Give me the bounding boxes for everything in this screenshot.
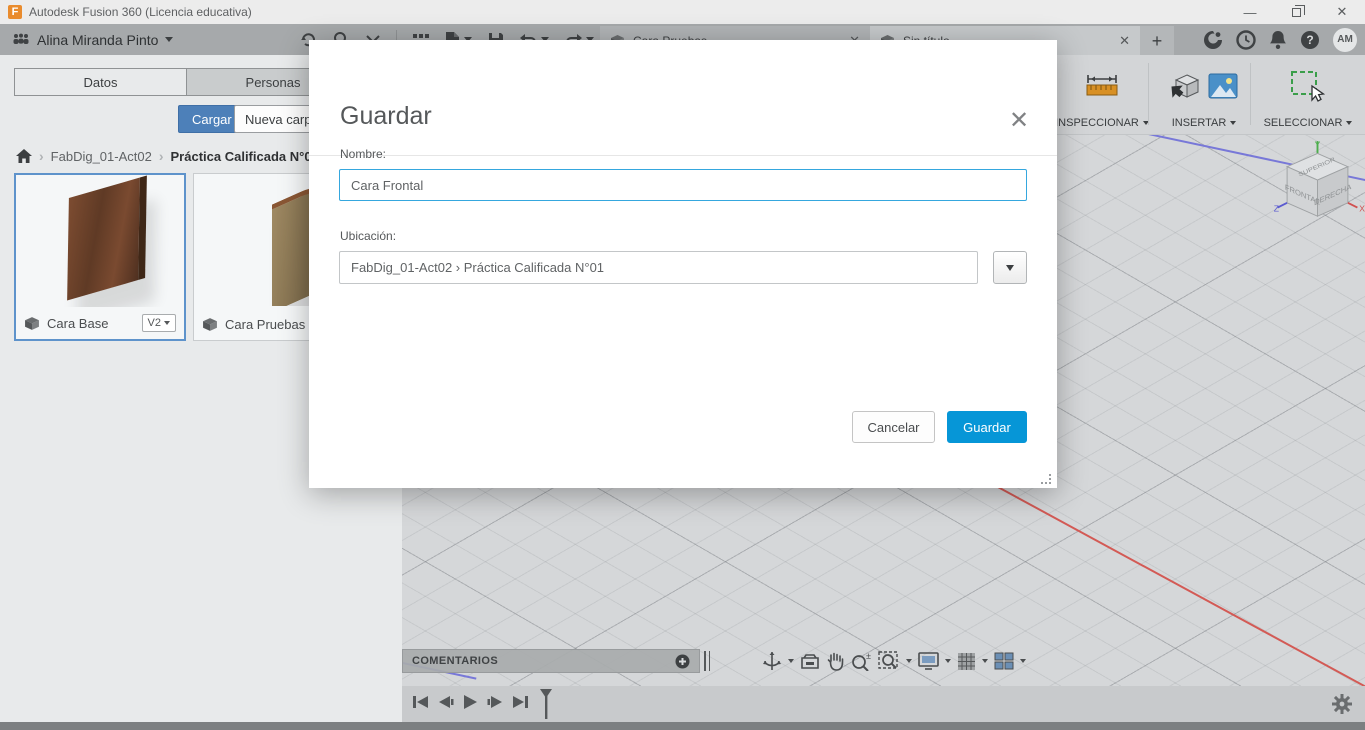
- restore-button[interactable]: [1273, 0, 1319, 24]
- measure-ruler-icon[interactable]: [1085, 71, 1119, 101]
- ribbon-label-inspeccionar: INSPECCIONAR: [1055, 117, 1139, 129]
- step-back-icon[interactable]: [438, 694, 454, 710]
- window-bottom-edge: [0, 722, 1365, 730]
- chevron-down-icon: [1006, 265, 1014, 275]
- skip-start-icon[interactable]: [412, 694, 429, 710]
- design-name: Cara Base: [47, 315, 109, 331]
- chevron-down-icon: [1346, 120, 1353, 128]
- timeline-bar: [402, 686, 1365, 722]
- divider: [1250, 63, 1251, 125]
- chevron-right-icon: ›: [158, 148, 164, 164]
- insert-image-icon[interactable]: [1208, 73, 1238, 99]
- zoom-icon[interactable]: ±: [851, 652, 872, 671]
- chevron-down-icon[interactable]: [945, 659, 951, 666]
- cancel-button[interactable]: Cancelar: [852, 411, 935, 443]
- chevron-down-icon: [1230, 120, 1237, 128]
- close-button[interactable]: ✕: [1319, 0, 1365, 24]
- title-bar: F Autodesk Fusion 360 (Licencia educativ…: [0, 0, 1365, 24]
- location-value[interactable]: FabDig_01-Act02 › Práctica Calificada N°…: [339, 251, 978, 284]
- play-icon[interactable]: [463, 694, 478, 710]
- design-card-cara-base[interactable]: Cara Base V2: [14, 173, 186, 341]
- svg-text:?: ?: [1306, 33, 1313, 47]
- orbit-icon[interactable]: [762, 651, 782, 671]
- grid-settings-icon[interactable]: [957, 652, 976, 671]
- cube-icon: [25, 316, 39, 330]
- location-field-label: Ubicación:: [340, 229, 397, 243]
- divider: [1148, 63, 1149, 125]
- avatar[interactable]: AM: [1333, 27, 1357, 52]
- fusion-logo-icon: F: [8, 5, 22, 19]
- new-tab-button[interactable]: +: [1140, 26, 1174, 57]
- dialog-resize-handle[interactable]: [1041, 474, 1051, 484]
- location-dropdown-button[interactable]: [993, 251, 1027, 284]
- add-comment-icon[interactable]: [675, 654, 690, 669]
- comments-bar[interactable]: COMENTARIOS: [402, 649, 700, 673]
- dialog-close-icon[interactable]: ✕: [1007, 109, 1031, 134]
- version-dropdown[interactable]: V2: [141, 314, 176, 332]
- axis-x-label: X: [1359, 203, 1365, 213]
- svg-text:±: ±: [866, 652, 871, 661]
- fit-icon[interactable]: [878, 651, 900, 671]
- help-icon[interactable]: ?: [1300, 30, 1320, 50]
- close-tab-icon[interactable]: ✕: [1119, 33, 1130, 49]
- divider: [309, 155, 1057, 156]
- axis-z-label: Z: [1274, 203, 1279, 213]
- view-cube[interactable]: Y SUPERIOR FRONTAL DERECHA Z X: [1270, 140, 1365, 240]
- restore-icon: [1291, 4, 1305, 17]
- display-settings-icon[interactable]: [918, 652, 939, 670]
- viewports-icon[interactable]: [994, 652, 1014, 670]
- ribbon-group-inspeccionar[interactable]: INSPECCIONAR: [1042, 55, 1162, 135]
- name-field-label: Nombre:: [340, 147, 387, 161]
- ribbon-group-insertar[interactable]: INSERTAR: [1158, 55, 1250, 135]
- navigation-toolbar: ±: [762, 647, 1026, 675]
- cube-icon: [203, 317, 217, 331]
- chevron-down-icon: [165, 37, 174, 46]
- pan-hand-icon[interactable]: [826, 651, 845, 671]
- chevron-down-icon[interactable]: [1020, 659, 1026, 666]
- home-icon[interactable]: [16, 148, 32, 164]
- extensions-icon[interactable]: [1203, 30, 1223, 50]
- breadcrumb-folder[interactable]: FabDig_01-Act02: [51, 149, 152, 164]
- save-button[interactable]: Guardar: [947, 411, 1027, 443]
- axis-y-label: Y: [1315, 140, 1321, 150]
- name-input[interactable]: [339, 169, 1027, 201]
- notifications-bell-icon[interactable]: [1269, 30, 1287, 50]
- step-forward-icon[interactable]: [487, 694, 503, 710]
- user-menu[interactable]: Alina Miranda Pinto: [12, 24, 174, 55]
- ribbon-label-insertar: INSERTAR: [1171, 117, 1227, 129]
- select-tool-icon[interactable]: [1290, 70, 1326, 102]
- timeline-marker[interactable]: [538, 688, 554, 720]
- breadcrumb: › FabDig_01-Act02 › Práctica Calificada …: [16, 148, 319, 164]
- minimize-button[interactable]: —: [1227, 0, 1273, 24]
- look-at-icon[interactable]: [800, 652, 820, 670]
- chevron-down-icon[interactable]: [906, 659, 912, 666]
- chevron-right-icon: ›: [39, 148, 44, 164]
- insert-mesh-icon[interactable]: [1170, 71, 1200, 101]
- version-label: V2: [147, 317, 161, 329]
- comments-label: COMENTARIOS: [412, 655, 499, 667]
- chevron-down-icon[interactable]: [982, 659, 988, 666]
- chevron-down-icon[interactable]: [788, 659, 794, 666]
- breadcrumb-current: Práctica Calificada N°01: [170, 148, 319, 164]
- comments-resize-handle[interactable]: [704, 651, 710, 671]
- save-dialog: Guardar ✕ Nombre: Ubicación: FabDig_01-A…: [309, 40, 1057, 488]
- ribbon-group-seleccionar[interactable]: SELECCIONAR: [1254, 55, 1362, 135]
- chevron-down-icon: [164, 321, 170, 328]
- timeline-settings-gear-icon[interactable]: [1331, 693, 1353, 715]
- window-title: Autodesk Fusion 360 (Licencia educativa): [29, 5, 252, 19]
- design-thumbnail: [16, 175, 184, 307]
- tab-datos[interactable]: Datos: [14, 68, 187, 96]
- ribbon-label-seleccionar: SELECCIONAR: [1263, 117, 1343, 129]
- user-name: Alina Miranda Pinto: [37, 31, 159, 48]
- dialog-title: Guardar: [340, 102, 432, 130]
- skip-end-icon[interactable]: [512, 694, 529, 710]
- job-status-clock-icon[interactable]: [1236, 29, 1256, 50]
- people-icon: [13, 33, 29, 44]
